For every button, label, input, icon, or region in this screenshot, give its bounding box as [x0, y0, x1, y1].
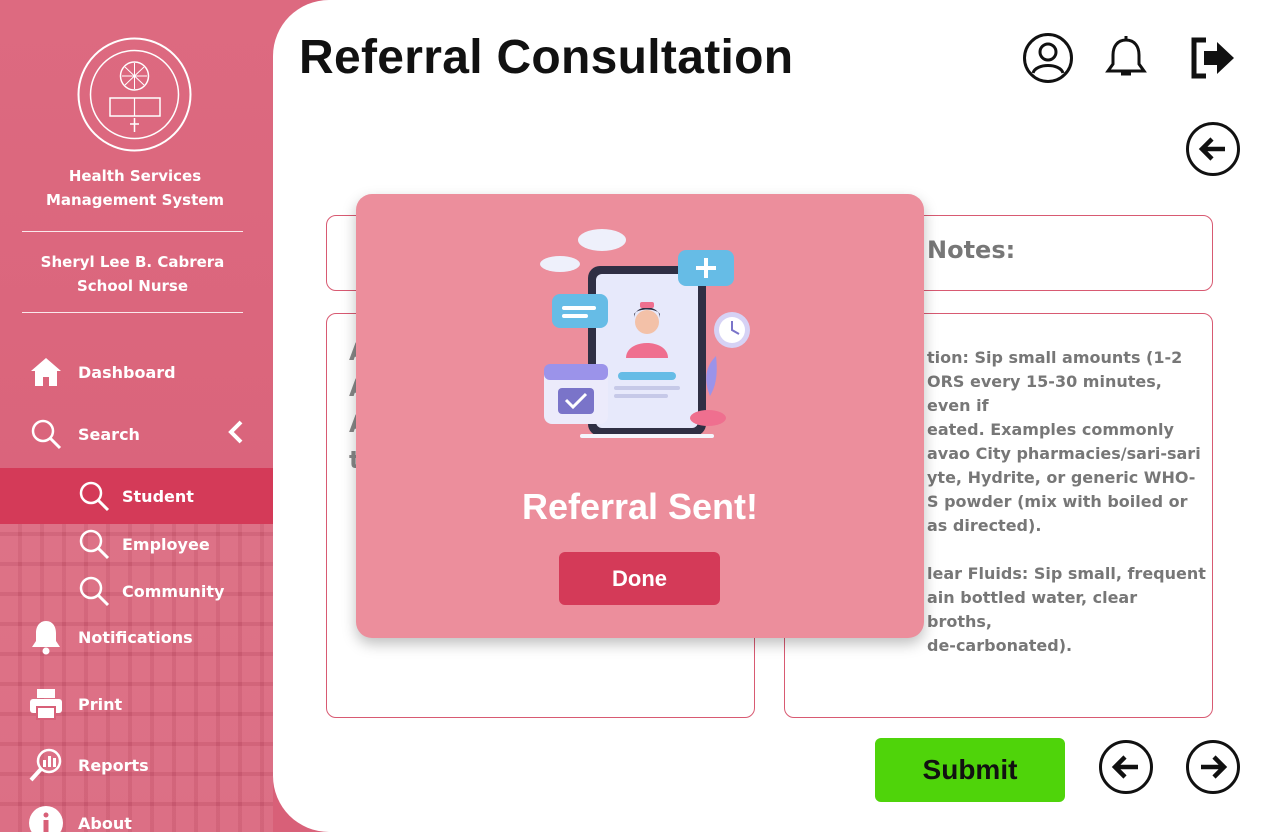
sidebar-item-label: Community	[122, 581, 225, 601]
sidebar-item-label: Reports	[78, 755, 149, 775]
notes-title: Notes:	[927, 236, 1016, 264]
previous-arrow-button[interactable]	[1098, 739, 1154, 795]
user-name: Sheryl Lee B. Cabrera	[40, 253, 225, 271]
sidebar-item-student[interactable]: Student	[0, 468, 273, 524]
notes-line: tion: Sip small amounts (1-2	[927, 348, 1183, 367]
submit-button[interactable]: Submit	[875, 738, 1065, 802]
done-button[interactable]: Done	[559, 552, 720, 605]
sidebar-item-label: Employee	[122, 534, 210, 554]
notes-line: as directed).	[927, 516, 1042, 535]
printer-icon	[28, 686, 64, 722]
next-arrow-button[interactable]	[1185, 739, 1241, 795]
university-seal-logo	[77, 37, 192, 152]
sidebar-item-label: Notifications	[78, 627, 193, 647]
chevron-left-icon[interactable]	[226, 420, 246, 448]
notes-line: ORS every 15-30 minutes, even if	[927, 372, 1162, 415]
modal-title: Referral Sent!	[521, 486, 759, 527]
notes-line: eated. Examples commonly	[927, 420, 1174, 439]
sidebar-item-search[interactable]: Search	[0, 411, 273, 457]
logout-icon[interactable]	[1186, 32, 1238, 84]
search-icon	[76, 573, 112, 609]
sidebar-item-about[interactable]: About	[0, 800, 273, 832]
sidebar-item-label: Print	[78, 694, 123, 714]
sidebar-item-print[interactable]: Print	[0, 681, 273, 727]
bell-icon[interactable]	[1100, 32, 1152, 84]
nurse-tablet-illustration	[540, 229, 750, 438]
search-icon	[76, 526, 112, 562]
user-role: School Nurse	[76, 277, 189, 295]
search-icon	[28, 416, 64, 452]
notes-line: ain bottled water, clear broths,	[927, 588, 1138, 631]
sidebar-item-notifications[interactable]: Notifications	[0, 614, 273, 660]
sidebar-item-label: Dashboard	[78, 362, 176, 382]
system-name-line2: Management System	[45, 191, 225, 209]
back-arrow-button[interactable]	[1185, 121, 1241, 177]
notes-line: avao City pharmacies/sari-sari	[927, 444, 1201, 463]
divider	[22, 312, 243, 313]
sidebar-item-community[interactable]: Community	[0, 568, 273, 614]
user-profile-icon[interactable]	[1022, 32, 1074, 84]
notes-line	[927, 538, 1207, 562]
bell-icon	[28, 619, 64, 655]
sidebar-item-label: About	[78, 813, 132, 832]
system-name: Health Services Management System	[22, 164, 248, 212]
sidebar-item-dashboard[interactable]: Dashboard	[0, 349, 273, 395]
sidebar: Health Services Management System Sheryl…	[0, 0, 300, 832]
notes-content: tion: Sip small amounts (1-2 ORS every 1…	[927, 346, 1207, 658]
home-icon	[28, 354, 64, 390]
referral-sent-modal: Referral Sent! Done	[356, 194, 924, 638]
user-profile: Sheryl Lee B. Cabrera School Nurse	[22, 250, 243, 298]
divider	[22, 231, 243, 232]
notes-line: S powder (mix with boiled or	[927, 492, 1188, 511]
notes-line: yte, Hydrite, or generic WHO-	[927, 468, 1196, 487]
reports-icon	[28, 747, 64, 783]
sidebar-item-label: Student	[122, 486, 194, 506]
notes-line: lear Fluids: Sip small, frequent	[927, 564, 1206, 583]
notes-line: de-carbonated).	[927, 636, 1073, 655]
search-icon	[76, 478, 112, 514]
sidebar-item-reports[interactable]: Reports	[0, 742, 273, 788]
info-icon	[28, 805, 64, 832]
sidebar-item-employee[interactable]: Employee	[0, 521, 273, 567]
sidebar-item-label: Search	[78, 424, 140, 444]
page-title: Referral Consultation	[299, 31, 794, 84]
system-name-line1: Health Services	[68, 167, 202, 185]
